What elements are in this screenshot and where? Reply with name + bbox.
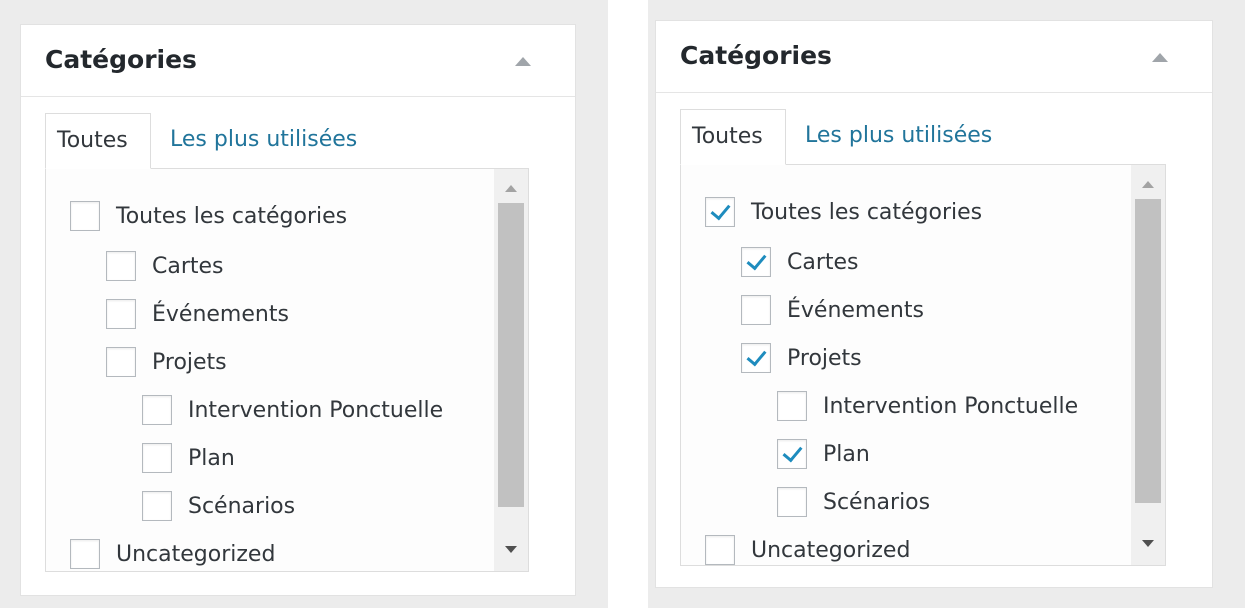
category-label: Scénarios	[188, 493, 296, 519]
tab-all[interactable]: Toutes	[680, 109, 786, 165]
category-label: Plan	[823, 441, 870, 467]
category-item[interactable]: Projets	[106, 345, 227, 379]
checkbox[interactable]	[142, 443, 172, 473]
category-label: Projets	[787, 345, 862, 371]
collapse-toggle-icon[interactable]	[515, 57, 531, 66]
checkbox[interactable]	[142, 395, 172, 425]
checkbox-checked[interactable]	[741, 247, 771, 277]
category-label: Cartes	[152, 253, 224, 279]
scrollbar[interactable]	[494, 169, 528, 571]
category-label: Uncategorized	[116, 541, 276, 567]
scroll-down-arrow-icon[interactable]	[505, 546, 517, 553]
checkbox[interactable]	[741, 295, 771, 325]
category-item[interactable]: Scénarios	[777, 485, 930, 519]
category-label: Plan	[188, 445, 235, 471]
category-item[interactable]: Cartes	[741, 245, 859, 279]
category-label: Intervention Ponctuelle	[823, 393, 1079, 419]
category-checklist: Toutes les catégories Cartes Événements Pro…	[680, 164, 1166, 566]
category-item[interactable]: Projets	[741, 341, 862, 375]
category-item[interactable]: Uncategorized	[70, 537, 275, 571]
scroll-up-arrow-icon[interactable]	[505, 185, 517, 192]
category-item[interactable]: Plan	[142, 441, 235, 475]
category-item[interactable]: Plan	[777, 437, 870, 471]
tab-all[interactable]: Toutes	[45, 113, 151, 169]
category-label: Uncategorized	[751, 537, 911, 563]
category-label: Événements	[152, 301, 289, 327]
panel-title: Catégories	[45, 45, 197, 74]
checkbox[interactable]	[777, 391, 807, 421]
category-item[interactable]: Scénarios	[142, 489, 295, 523]
category-item[interactable]: Événements	[741, 293, 924, 327]
category-label: Toutes les catégories	[116, 203, 348, 229]
category-label: Intervention Ponctuelle	[188, 397, 444, 423]
checkbox-checked[interactable]	[777, 439, 807, 469]
category-item[interactable]: Cartes	[106, 249, 224, 283]
checkbox[interactable]	[106, 251, 136, 281]
scroll-thumb[interactable]	[1135, 199, 1161, 503]
tab-most-used[interactable]: Les plus utilisées	[794, 109, 1003, 165]
category-label: Cartes	[787, 249, 859, 275]
checkbox[interactable]	[106, 347, 136, 377]
scroll-down-arrow-icon[interactable]	[1142, 540, 1154, 547]
category-item[interactable]: Toutes les catégories	[705, 195, 982, 229]
scroll-thumb[interactable]	[498, 203, 524, 507]
checkbox-checked[interactable]	[705, 197, 735, 227]
category-checklist: Toutes les catégories Cartes Événements Pro…	[45, 168, 529, 572]
category-label: Toutes les catégories	[751, 199, 983, 225]
collapse-toggle-icon[interactable]	[1152, 53, 1168, 62]
category-label: Scénarios	[823, 489, 931, 515]
checkbox[interactable]	[777, 487, 807, 517]
panel-title: Catégories	[680, 41, 832, 70]
category-item[interactable]: Toutes les catégories	[70, 199, 347, 233]
scroll-up-arrow-icon[interactable]	[1142, 181, 1154, 188]
panel-header[interactable]: Catégories	[21, 25, 575, 97]
checkbox[interactable]	[705, 535, 735, 565]
category-label: Événements	[787, 297, 924, 323]
categories-panel-right: Catégories Toutes Les plus utilisées Tou…	[655, 20, 1213, 588]
tab-strip: Toutes Les plus utilisées	[45, 113, 529, 169]
tab-most-used[interactable]: Les plus utilisées	[159, 113, 368, 169]
checkbox[interactable]	[70, 539, 100, 569]
panel-header[interactable]: Catégories	[656, 21, 1212, 93]
category-item[interactable]: Intervention Ponctuelle	[142, 393, 443, 427]
category-item[interactable]: Uncategorized	[705, 533, 911, 565]
tab-strip: Toutes Les plus utilisées	[680, 109, 1166, 165]
category-item[interactable]: Événements	[106, 297, 289, 331]
checkbox[interactable]	[142, 491, 172, 521]
categories-panel-left: Catégories Toutes Les plus utilisées Tou…	[20, 24, 576, 596]
checkbox[interactable]	[70, 201, 100, 231]
checkbox[interactable]	[106, 299, 136, 329]
category-item[interactable]: Intervention Ponctuelle	[777, 389, 1078, 423]
checkbox-checked[interactable]	[741, 343, 771, 373]
scrollbar[interactable]	[1131, 165, 1165, 565]
category-label: Projets	[152, 349, 227, 375]
